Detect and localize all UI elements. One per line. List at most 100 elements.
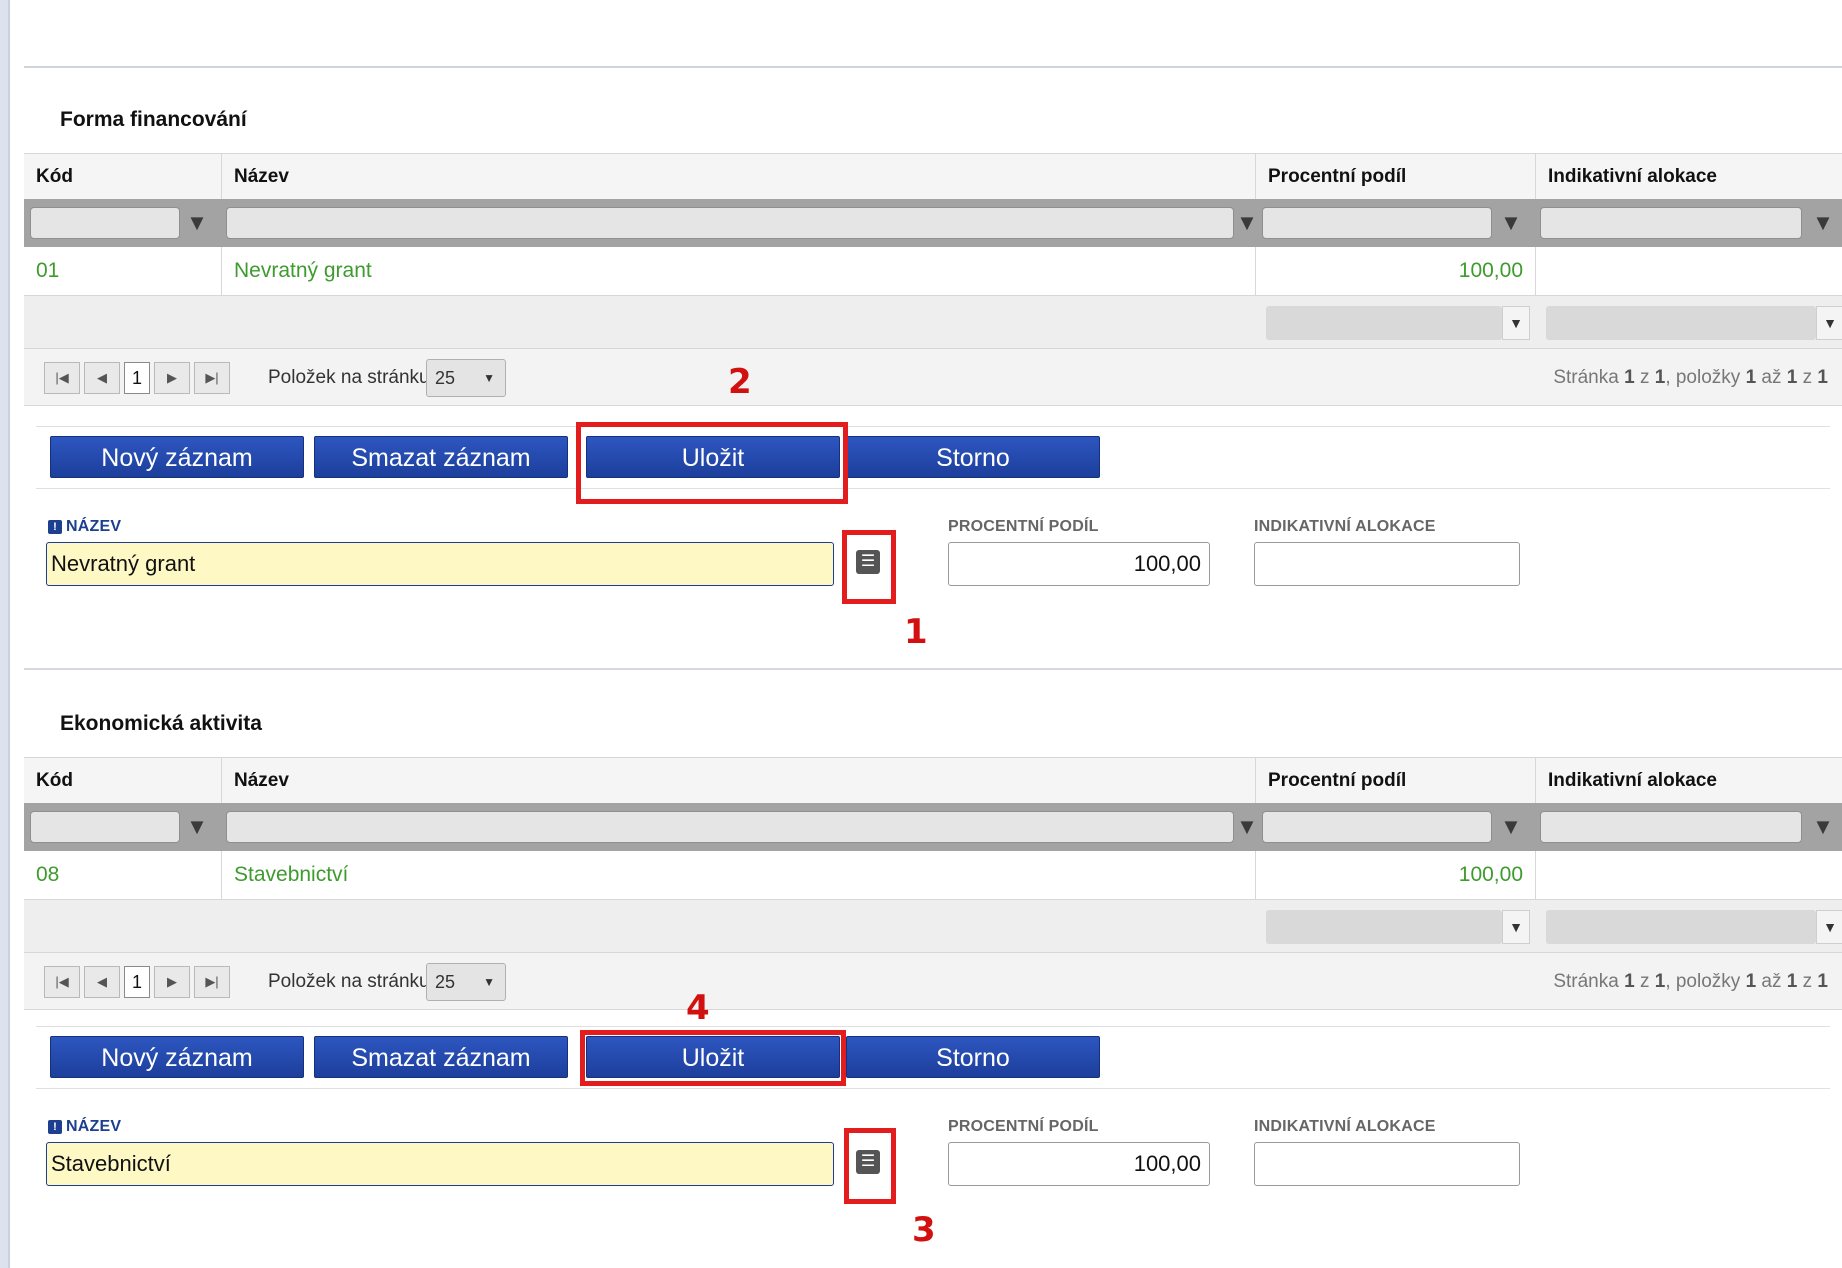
next-page-icon[interactable]: ▶ <box>154 966 190 998</box>
cancel-button[interactable]: Storno <box>846 1036 1100 1078</box>
chevron-down-icon[interactable]: ▼ <box>1816 306 1842 340</box>
pager: |◀ ◀ 1 ▶ ▶| Položek na stránku 25 ▼ Strán… <box>24 953 1842 1010</box>
chevron-down-icon: ▼ <box>483 975 495 989</box>
chevron-down-icon: ▼ <box>483 371 495 385</box>
divider <box>36 1088 1830 1089</box>
col-header-kod[interactable]: Kód <box>24 154 222 200</box>
next-page-icon[interactable]: ▶ <box>154 362 190 394</box>
filter-icon[interactable]: ▼ <box>1498 811 1524 843</box>
per-page-select[interactable]: 25 ▼ <box>426 963 506 1001</box>
filter-input-nazev[interactable] <box>226 207 1234 239</box>
procentni-podil-field[interactable]: 100,00 <box>948 542 1210 586</box>
page-number[interactable]: 1 <box>124 362 150 394</box>
aggregate-select-podil[interactable] <box>1266 910 1502 944</box>
filter-row: ▼ ▼ ▼ ▼ <box>24 803 1842 851</box>
page-number[interactable]: 1 <box>124 966 150 998</box>
annotation-number-1: 1 <box>904 612 928 652</box>
aggregate-select-alokace[interactable] <box>1546 910 1816 944</box>
col-header-nazev[interactable]: Název <box>222 758 1256 804</box>
filter-icon[interactable]: ▼ <box>1810 207 1836 239</box>
col-header-indikativni-alokace[interactable]: Indikativní alokace <box>1536 154 1842 200</box>
filter-icon[interactable]: ▼ <box>184 811 210 843</box>
filter-input-kod[interactable] <box>30 811 180 843</box>
section-title: Ekonomická aktivita <box>60 712 262 735</box>
pager: |◀ ◀ 1 ▶ ▶| Položek na stránku 25 ▼ Strán… <box>24 349 1842 406</box>
first-page-icon[interactable]: |◀ <box>44 362 80 394</box>
indikativni-alokace-field[interactable] <box>1254 1142 1520 1186</box>
procentni-podil-label: PROCENTNÍ PODÍL <box>948 1118 1099 1135</box>
delete-record-button[interactable]: Smazat záznam <box>314 1036 568 1078</box>
cell-indikativni-alokace <box>1536 247 1842 295</box>
filter-row: ▼ ▼ ▼ ▼ <box>24 199 1842 247</box>
new-record-button[interactable]: Nový záznam <box>50 436 304 478</box>
filter-input-indikativni-alokace[interactable] <box>1540 811 1802 843</box>
indikativni-alokace-label: INDIKATIVNÍ ALOKACE <box>1254 518 1436 535</box>
grid-header: Kód Název Procentní podíl Indikativní al… <box>24 757 1842 805</box>
section-ekonomicka-aktivita: Ekonomická aktivita Kód Název Procentní … <box>24 670 1842 1268</box>
procentni-podil-field[interactable]: 100,00 <box>948 1142 1210 1186</box>
annotation-number-4: 4 <box>686 988 710 1028</box>
aggregate-select-alokace[interactable] <box>1546 306 1816 340</box>
first-page-icon[interactable]: |◀ <box>44 966 80 998</box>
per-page-label: Položek na stránku <box>268 367 430 388</box>
indikativni-alokace-field[interactable] <box>1254 542 1520 586</box>
filter-input-kod[interactable] <box>30 207 180 239</box>
divider <box>36 488 1830 489</box>
delete-record-button[interactable]: Smazat záznam <box>314 436 568 478</box>
per-page-value: 25 <box>435 368 456 388</box>
filter-input-procentni-podil[interactable] <box>1262 811 1492 843</box>
cell-indikativni-alokace <box>1536 851 1842 899</box>
section-forma-financovani: Forma financování Kód Název Procentní po… <box>24 66 1842 666</box>
left-rail <box>0 0 10 1268</box>
grid-header: Kód Název Procentní podíl Indikativní al… <box>24 153 1842 201</box>
required-icon: ! <box>48 520 62 534</box>
col-header-kod[interactable]: Kód <box>24 758 222 804</box>
nazev-label: ! NÁZEV <box>48 518 121 536</box>
top-bar <box>24 0 1842 68</box>
last-page-icon[interactable]: ▶| <box>194 362 230 394</box>
filter-icon[interactable]: ▼ <box>1810 811 1836 843</box>
nazev-field[interactable]: Stavebnictví <box>46 1142 834 1186</box>
cell-nazev: Stavebnictví <box>222 851 1256 899</box>
chevron-down-icon[interactable]: ▼ <box>1816 910 1842 944</box>
per-page-select[interactable]: 25 ▼ <box>426 359 506 397</box>
prev-page-icon[interactable]: ◀ <box>84 362 120 394</box>
annotation-number-2: 2 <box>728 362 752 402</box>
aggregate-row: ▼ ▼ <box>24 900 1842 953</box>
per-page-value: 25 <box>435 972 456 992</box>
aggregate-row: ▼ ▼ <box>24 296 1842 349</box>
cell-kod: 01 <box>24 247 222 295</box>
col-header-indikativni-alokace[interactable]: Indikativní alokace <box>1536 758 1842 804</box>
annotation-box-save <box>576 422 848 504</box>
nazev-field[interactable]: Nevratný grant <box>46 542 834 586</box>
table-row[interactable]: 08 Stavebnictví 100,00 <box>24 851 1842 900</box>
filter-input-nazev[interactable] <box>226 811 1234 843</box>
new-record-button[interactable]: Nový záznam <box>50 1036 304 1078</box>
col-header-procentni-podil[interactable]: Procentní podíl <box>1256 154 1536 200</box>
filter-input-indikativni-alokace[interactable] <box>1540 207 1802 239</box>
pager-info: Stránka 1 z 1, položky 1 až 1 z 1 <box>1553 367 1828 388</box>
col-header-nazev[interactable]: Název <box>222 154 1256 200</box>
filter-icon[interactable]: ▼ <box>1234 207 1260 239</box>
filter-input-procentni-podil[interactable] <box>1262 207 1492 239</box>
cell-nazev: Nevratný grant <box>222 247 1256 295</box>
cell-kod: 08 <box>24 851 222 899</box>
filter-icon[interactable]: ▼ <box>184 207 210 239</box>
per-page-label: Položek na stránku <box>268 971 430 992</box>
nazev-label: ! NÁZEV <box>48 1118 121 1136</box>
section-title: Forma financování <box>60 108 247 131</box>
prev-page-icon[interactable]: ◀ <box>84 966 120 998</box>
chevron-down-icon[interactable]: ▼ <box>1502 306 1530 340</box>
table-row[interactable]: 01 Nevratný grant 100,00 <box>24 247 1842 296</box>
last-page-icon[interactable]: ▶| <box>194 966 230 998</box>
filter-icon[interactable]: ▼ <box>1498 207 1524 239</box>
aggregate-select-podil[interactable] <box>1266 306 1502 340</box>
cancel-button[interactable]: Storno <box>846 436 1100 478</box>
divider <box>36 1026 1830 1027</box>
filter-icon[interactable]: ▼ <box>1234 811 1260 843</box>
pager-info: Stránka 1 z 1, položky 1 až 1 z 1 <box>1553 971 1828 992</box>
col-header-procentni-podil[interactable]: Procentní podíl <box>1256 758 1536 804</box>
annotation-box-list <box>844 1128 896 1204</box>
chevron-down-icon[interactable]: ▼ <box>1502 910 1530 944</box>
cell-procentni-podil: 100,00 <box>1256 247 1536 295</box>
